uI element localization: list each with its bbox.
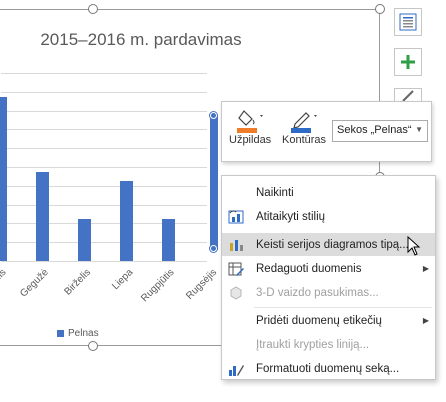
menu-separator xyxy=(254,307,432,308)
x-tick-label: Rugpjūtis xyxy=(139,267,177,305)
gridline xyxy=(1,185,207,187)
bar-Gegužė[interactable] xyxy=(36,171,49,261)
format-series-icon xyxy=(228,361,244,377)
edit-data-icon xyxy=(228,261,244,277)
menu-item-add-data-labels[interactable]: Pridėti duomenų etikečių ▶ xyxy=(222,309,435,332)
series-select-dropdown[interactable]: Sekos „Pelnas“ ▼ xyxy=(332,120,428,142)
fill-label: Užpildas xyxy=(229,134,272,146)
chevron-down-icon: ▼ xyxy=(415,125,423,134)
gridline xyxy=(1,129,207,131)
menu-item-add-trendline[interactable]: Įtraukti krypties liniją... xyxy=(222,333,435,356)
chart-legend[interactable]: Pelnas xyxy=(57,328,99,339)
chart-type-icon xyxy=(228,237,244,253)
submenu-arrow-icon: ▶ xyxy=(422,264,429,273)
chart-title[interactable]: 2015–2016 m. pardavimas xyxy=(16,30,266,50)
x-tick-label: Birželis xyxy=(62,267,93,298)
gridline xyxy=(1,223,207,225)
bar-Rugpjūtis[interactable] xyxy=(162,218,175,261)
fill-button[interactable]: Užpildas xyxy=(229,108,271,146)
reset-style-icon xyxy=(228,209,244,225)
gridline xyxy=(1,242,207,244)
bar-Liepa[interactable] xyxy=(120,181,133,261)
add-element-icon xyxy=(401,55,415,69)
outline-label: Kontūras xyxy=(282,134,327,146)
context-menu: Naikinti Atitaikyti stilių Keisti serijo… xyxy=(221,175,436,380)
resize-handle-top-right[interactable] xyxy=(375,4,385,14)
series-select-value: Sekos „Pelnas“ xyxy=(337,124,412,136)
menu-item-edit-data[interactable]: Redaguoti duomenis ▶ xyxy=(222,257,435,280)
brush-button[interactable] xyxy=(394,88,422,102)
add-element-button[interactable] xyxy=(394,48,422,76)
legend-label: Pelnas xyxy=(68,328,99,339)
fill-bucket-icon xyxy=(237,110,264,133)
gridline xyxy=(1,91,207,93)
mini-toolbar: Užpildas Kontūras Sekos „Pelnas“ ▼ xyxy=(221,101,432,162)
gridline xyxy=(1,110,207,112)
x-tick-label: Gegužė xyxy=(18,267,51,300)
menu-item-format-series[interactable]: Formatuoti duomenų seką... xyxy=(222,357,435,380)
gridline xyxy=(1,73,207,74)
legend-swatch xyxy=(57,330,64,337)
gridline xyxy=(1,261,207,262)
menu-item-delete[interactable]: Naikinti xyxy=(222,181,435,204)
bar-dis[interactable] xyxy=(0,96,7,261)
selected-series-bar[interactable] xyxy=(210,116,218,250)
gridline xyxy=(1,148,207,150)
gridline xyxy=(1,204,207,206)
outline-button[interactable]: Kontūras xyxy=(282,108,326,146)
chart-styles-button[interactable] xyxy=(394,8,422,36)
resize-handle-bottom-mid[interactable] xyxy=(88,341,98,351)
plot-area[interactable]: dis Gegužė Birželis Liepa Rugpjūtis Rugsėjis xyxy=(0,73,219,304)
x-tick-label: Rugsėjis xyxy=(183,267,219,302)
outline-pen-icon xyxy=(291,112,318,133)
selection-handle-bottom[interactable] xyxy=(210,245,217,252)
brush-icon xyxy=(402,89,414,102)
selection-handle-top[interactable] xyxy=(210,112,217,119)
submenu-arrow-icon: ▶ xyxy=(422,316,429,325)
gridline xyxy=(1,167,207,168)
menu-item-reset-style[interactable]: Atitaikyti stilių xyxy=(222,205,435,228)
resize-handle-top-mid[interactable] xyxy=(88,4,98,14)
x-tick-label: Liepa xyxy=(109,267,135,293)
x-tick-label: dis xyxy=(0,267,9,284)
menu-item-change-chart-type[interactable]: Keisti serijos diagramos tipą... xyxy=(222,233,435,256)
bar-Birželis[interactable] xyxy=(78,218,91,261)
mouse-pointer-icon xyxy=(407,236,421,256)
menu-item-3d-rotation[interactable]: 3-D vaizdo pasukimas... xyxy=(222,281,435,304)
chart-styles-icon xyxy=(399,13,417,31)
rotate-3d-icon xyxy=(228,285,244,301)
